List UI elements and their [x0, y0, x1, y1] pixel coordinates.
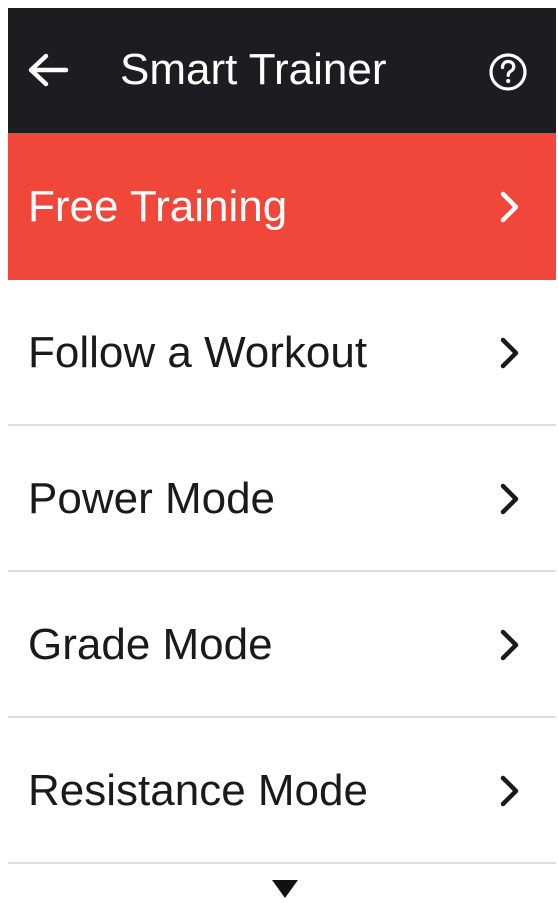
smart-trainer-screen: Smart Trainer Free Training Follow a Wor…	[0, 0, 558, 903]
menu-item-free-training[interactable]: Free Training	[8, 133, 556, 280]
menu-item-label: Free Training	[28, 181, 288, 231]
menu-list: Free Training Follow a Workout Power Mod…	[8, 133, 556, 864]
triangle-down-icon	[272, 880, 298, 898]
menu-item-power-mode[interactable]: Power Mode	[8, 426, 556, 572]
scroll-down-indicator[interactable]	[270, 878, 300, 900]
menu-item-follow-a-workout[interactable]: Follow a Workout	[8, 280, 556, 426]
arrow-left-icon	[28, 53, 69, 87]
menu-item-label: Grade Mode	[28, 620, 273, 669]
menu-item-resistance-mode[interactable]: Resistance Mode	[8, 718, 556, 864]
menu-item-label: Resistance Mode	[28, 766, 368, 815]
chevron-right-icon	[500, 629, 519, 661]
chevron-right-icon	[500, 775, 519, 807]
chevron-right-icon	[500, 483, 519, 515]
menu-item-label: Power Mode	[28, 474, 276, 523]
page-title: Smart Trainer	[120, 45, 387, 94]
header-bar: Smart Trainer	[8, 8, 556, 133]
chevron-right-icon	[500, 191, 519, 222]
divider	[8, 862, 556, 864]
help-button[interactable]	[488, 52, 528, 92]
chevron-right-icon	[500, 337, 519, 369]
menu-item-label: Follow a Workout	[28, 328, 368, 377]
question-circle-icon	[489, 53, 527, 91]
back-button[interactable]	[22, 48, 74, 92]
menu-item-grade-mode[interactable]: Grade Mode	[8, 572, 556, 718]
